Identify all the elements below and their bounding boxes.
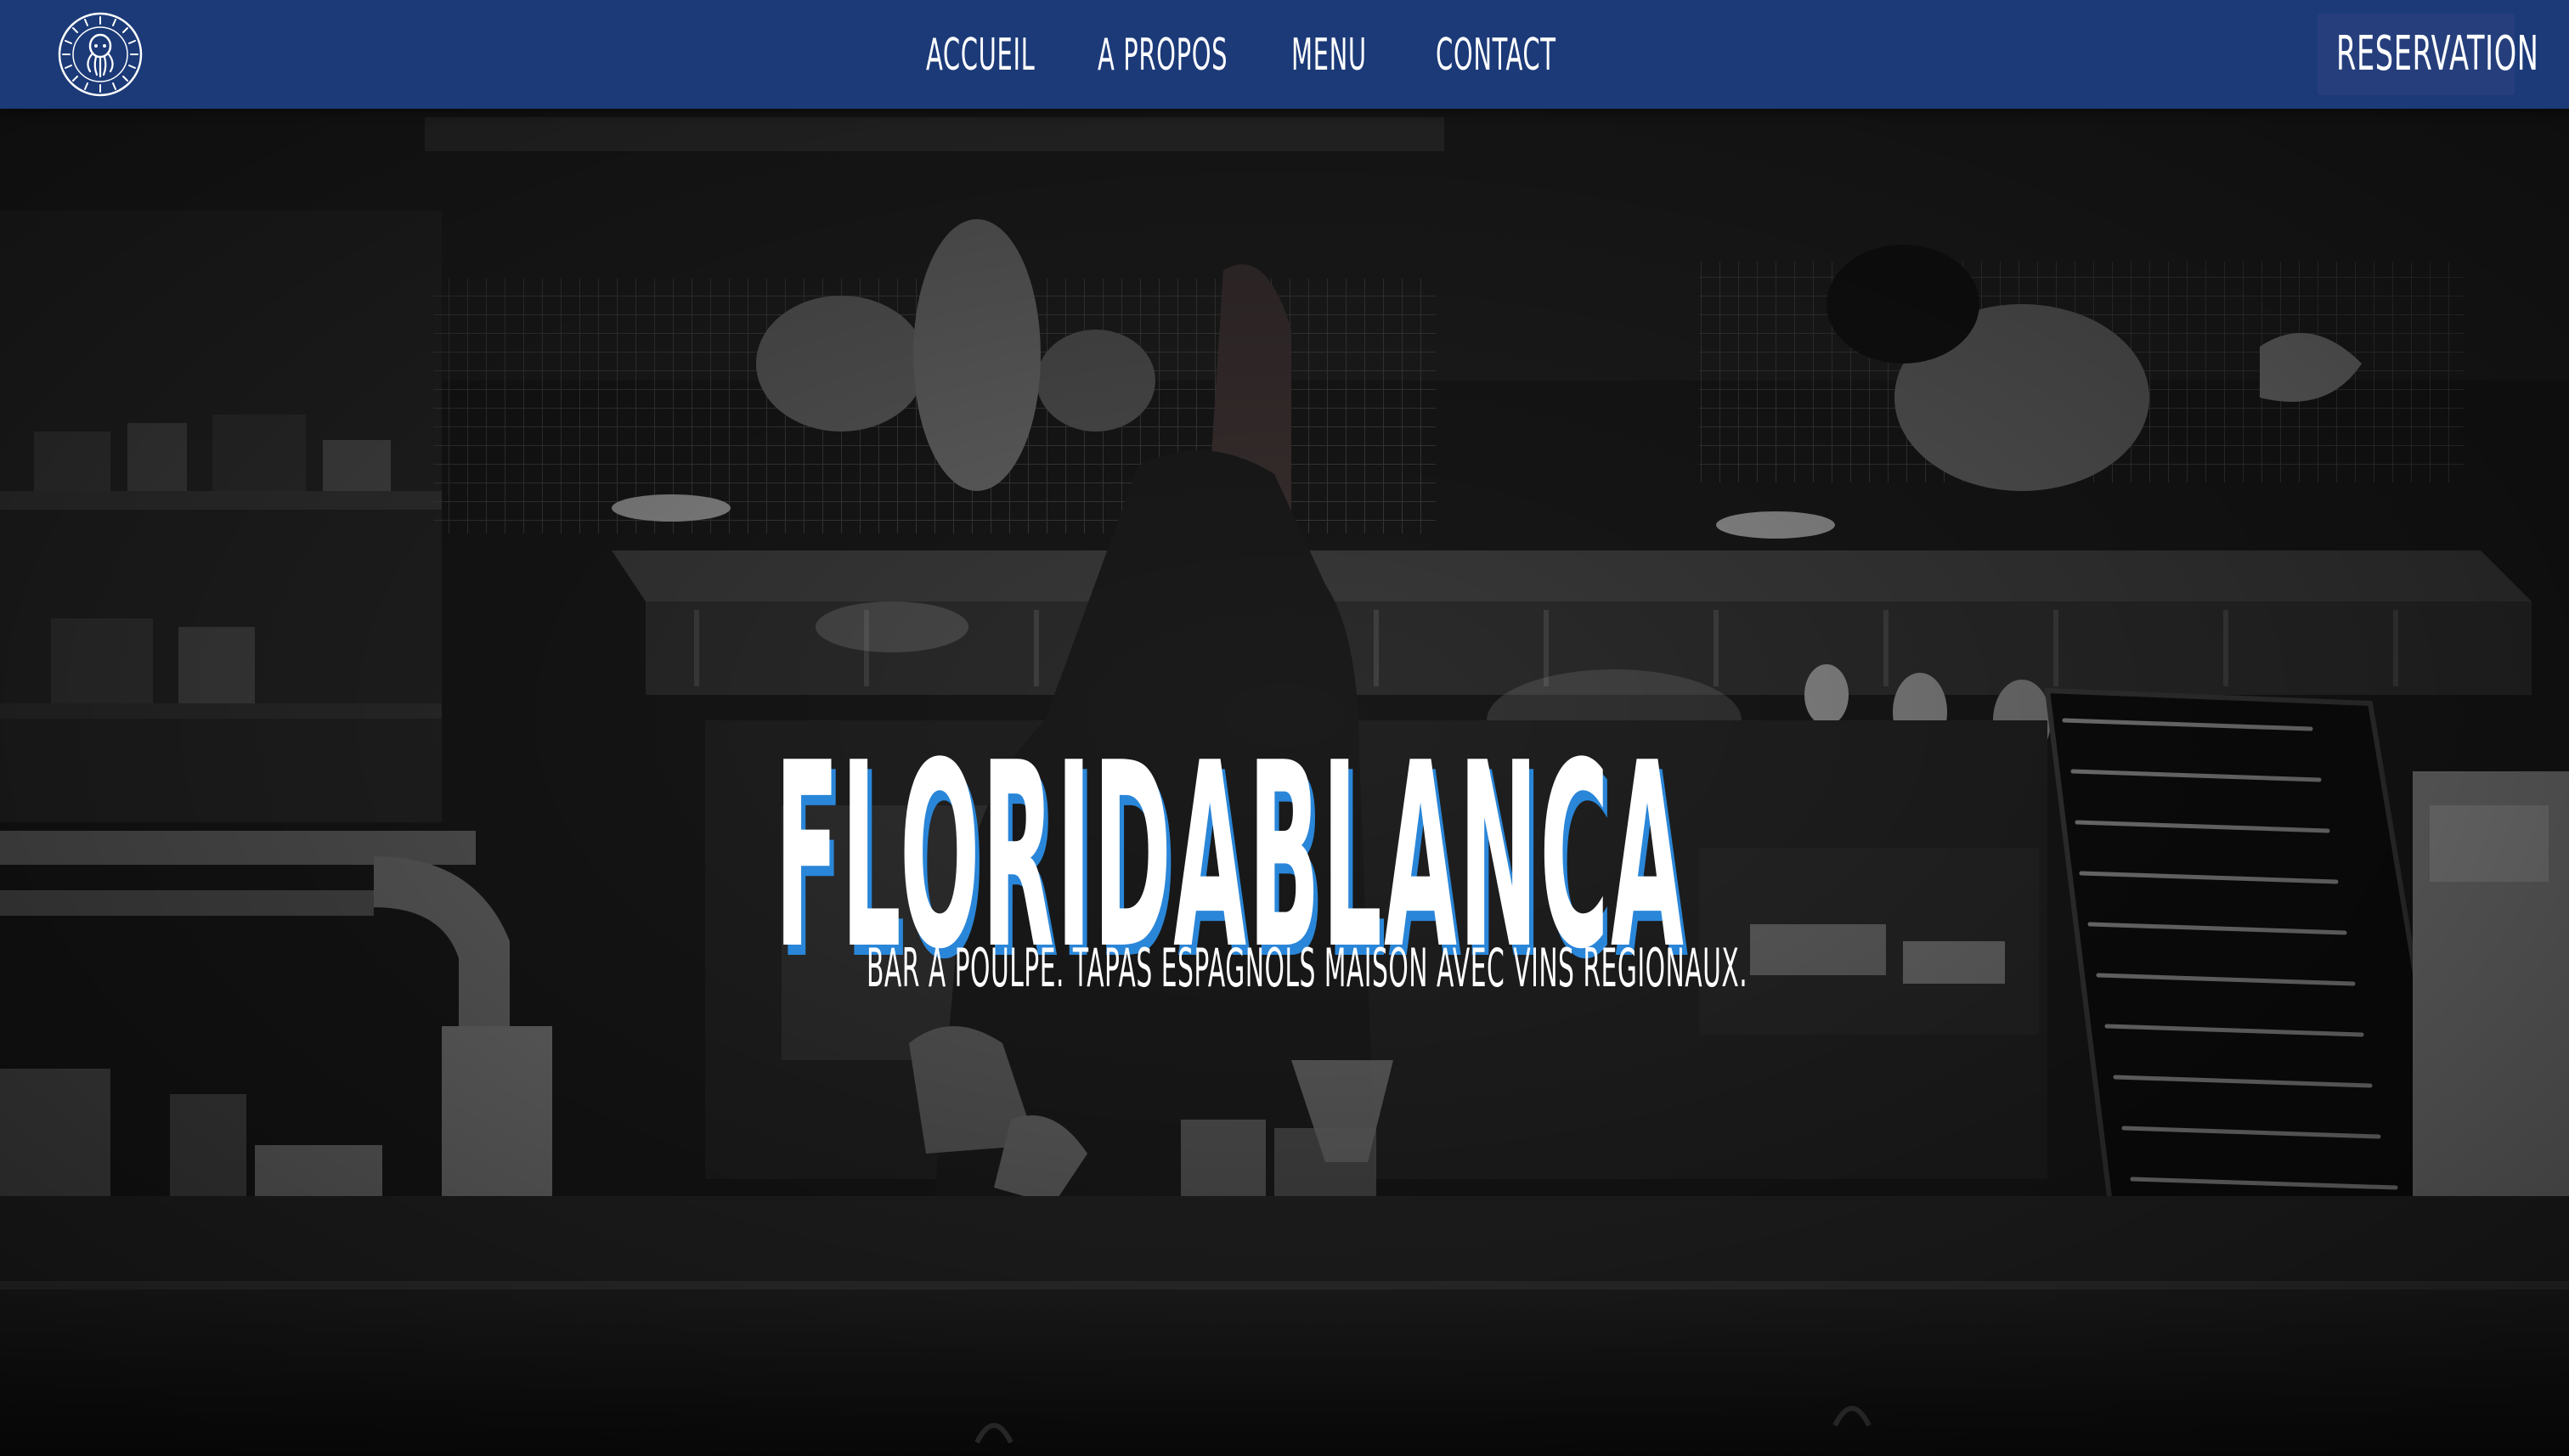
- hero-section: FLORIDABLANCA BAR A POULPE. TAPAS ESPAGN…: [0, 109, 2569, 1456]
- main-nav: ACCUEIL A PROPOS MENU CONTACT: [0, 0, 2569, 109]
- hero-subtitle: BAR A POULPE. TAPAS ESPAGNOLS MAISON AVE…: [867, 937, 1748, 999]
- nav-item-a-propos[interactable]: A PROPOS: [1098, 25, 1228, 85]
- page: ACCUEIL A PROPOS MENU CONTACT RESERVATIO…: [0, 0, 2569, 1456]
- nav-item-menu[interactable]: MENU: [1291, 25, 1367, 85]
- navbar: ACCUEIL A PROPOS MENU CONTACT RESERVATIO…: [0, 0, 2569, 109]
- reservation-button[interactable]: RESERVATION: [2318, 14, 2538, 95]
- reservation-button-label: RESERVATION: [2336, 26, 2539, 82]
- nav-item-contact[interactable]: CONTACT: [1436, 25, 1556, 85]
- nav-item-accueil[interactable]: ACCUEIL: [926, 25, 1035, 85]
